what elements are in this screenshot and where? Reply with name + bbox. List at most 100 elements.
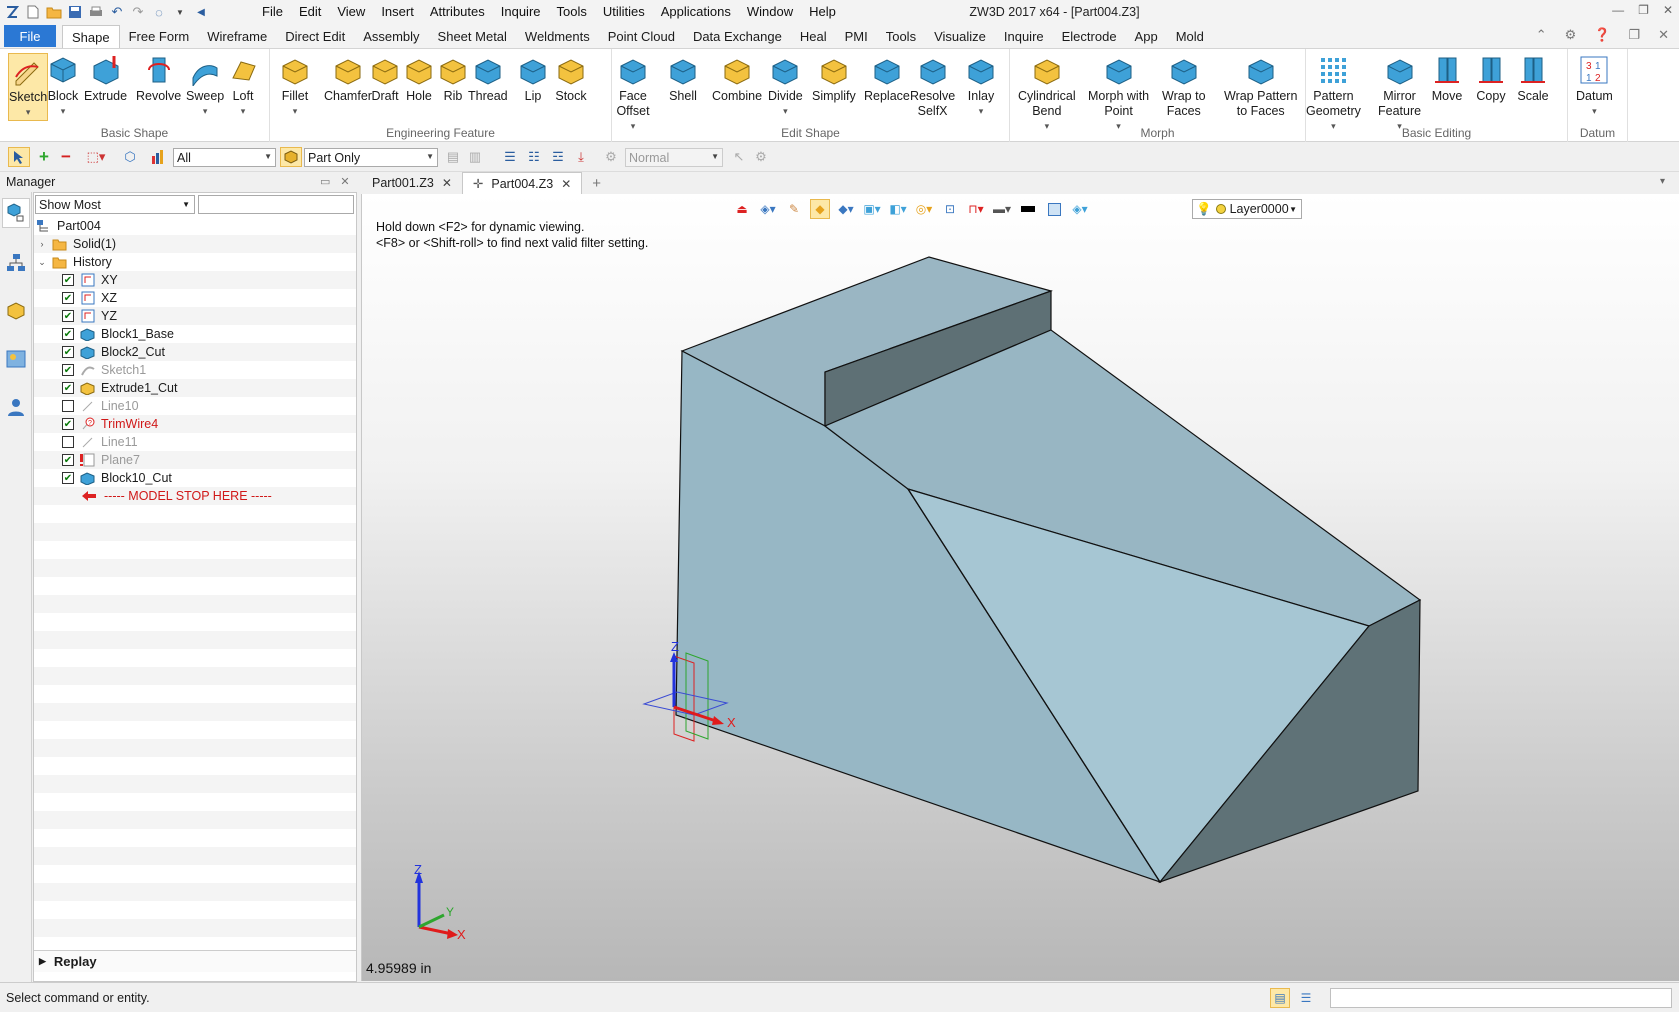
tree-item[interactable]: ✔? TrimWire4 xyxy=(34,415,356,433)
image-browser-icon[interactable] xyxy=(2,344,30,374)
manager-close-icon[interactable]: ✕ xyxy=(340,175,349,188)
app-logo-icon[interactable] xyxy=(4,4,20,20)
box-select-icon[interactable]: ⬚▾ xyxy=(82,147,110,167)
align-right-icon[interactable]: ☲ xyxy=(548,147,568,167)
lip-button[interactable]: Lip xyxy=(516,53,550,104)
light-icon[interactable]: ◎▾ xyxy=(914,199,934,219)
ribbon-tab-direct-edit[interactable]: Direct Edit xyxy=(276,26,354,48)
save-icon[interactable] xyxy=(67,4,83,20)
block-button[interactable]: Block ▾ xyxy=(46,53,80,119)
tree-item[interactable]: ✔ YZ xyxy=(34,307,356,325)
visibility-checkbox[interactable]: ✔ xyxy=(62,292,74,304)
sweep-button[interactable]: Sweep ▾ xyxy=(186,53,224,119)
minimize-icon[interactable]: — xyxy=(1612,3,1624,17)
face-offset-button[interactable]: Face Offset ▾ xyxy=(616,53,650,134)
open-file-icon[interactable] xyxy=(46,4,62,20)
ribbon-tab-sheet-metal[interactable]: Sheet Metal xyxy=(429,26,516,48)
view-orient-icon[interactable]: ◈▾ xyxy=(758,199,778,219)
tree-item[interactable]: ✔ Sketch1 xyxy=(34,361,356,379)
divide-button[interactable]: Divide ▾ xyxy=(768,53,803,119)
inlay-button[interactable]: Inlay ▾ xyxy=(964,53,998,119)
shaded-icon[interactable]: ◆▾ xyxy=(836,199,856,219)
ribbon-tab-wireframe[interactable]: Wireframe xyxy=(198,26,276,48)
redo-icon[interactable]: ↷ xyxy=(130,4,146,20)
print-icon[interactable] xyxy=(88,4,104,20)
render-settings-icon[interactable]: ⚙ xyxy=(602,147,620,167)
collapse-ribbon-icon[interactable]: ⌃ xyxy=(1536,27,1547,43)
shaded-edges-icon[interactable]: ◆ xyxy=(810,199,830,219)
section-icon[interactable]: ⊓▾ xyxy=(966,199,986,219)
visibility-checkbox[interactable]: ✔ xyxy=(62,364,74,376)
menu-tools[interactable]: Tools xyxy=(549,3,595,20)
tree-item[interactable]: ✔ Block1_Base xyxy=(34,325,356,343)
ribbon-tab-mold[interactable]: Mold xyxy=(1167,26,1213,48)
draft-button[interactable]: Draft xyxy=(368,53,402,104)
align-center-icon[interactable]: ☷ xyxy=(524,147,544,167)
visibility-checkbox[interactable]: ✔ xyxy=(62,472,74,484)
layer-manager-icon[interactable]: ◈▾ xyxy=(1070,199,1090,219)
select-mode-icon[interactable]: ◌ xyxy=(151,4,167,20)
close-window-icon[interactable]: ✕ xyxy=(1663,3,1673,17)
ribbon-tab-app[interactable]: App xyxy=(1126,26,1167,48)
visibility-checkbox[interactable] xyxy=(62,436,74,448)
history-mode-icon[interactable]: ▤ xyxy=(1270,988,1290,1008)
visibility-checkbox[interactable]: ✔ xyxy=(62,346,74,358)
ribbon-tab-visualize[interactable]: Visualize xyxy=(925,26,995,48)
doc-restore-icon[interactable]: ❐ xyxy=(1628,27,1640,43)
filter-icon[interactable] xyxy=(150,147,168,167)
replay-section[interactable]: ▶ Replay xyxy=(34,950,356,972)
file-tab[interactable]: File xyxy=(4,25,56,47)
menu-view[interactable]: View xyxy=(329,3,373,20)
doc-close-icon[interactable]: ✕ xyxy=(1658,27,1669,43)
ribbon-tab-data-exchange[interactable]: Data Exchange xyxy=(684,26,791,48)
show-mode-combo[interactable]: Show Most ▼ xyxy=(35,195,195,214)
menu-edit[interactable]: Edit xyxy=(291,3,329,20)
copy-button[interactable]: Copy xyxy=(1474,53,1508,104)
tree-item[interactable]: ✔ Extrude1_Cut xyxy=(34,379,356,397)
manager-pin-icon[interactable]: ▭ xyxy=(320,175,330,188)
scale-button[interactable]: Scale xyxy=(1516,53,1550,104)
visibility-checkbox[interactable]: ✔ xyxy=(62,382,74,394)
align-left-icon[interactable]: ☰ xyxy=(500,147,520,167)
tree-item[interactable]: ✔ XZ xyxy=(34,289,356,307)
menu-insert[interactable]: Insert xyxy=(373,3,422,20)
tree-item[interactable]: Part004 xyxy=(34,217,356,235)
menu-attributes[interactable]: Attributes xyxy=(422,3,493,20)
menu-window[interactable]: Window xyxy=(739,3,801,20)
tree-item[interactable]: ✔ Block10_Cut xyxy=(34,469,356,487)
color-swatch-icon[interactable] xyxy=(1044,199,1064,219)
tab-list-icon[interactable]: ▾ xyxy=(1660,176,1665,187)
close-tab-icon[interactable]: ✕ xyxy=(561,177,571,191)
tree-item[interactable]: ----- MODEL STOP HERE ----- xyxy=(34,487,356,505)
visibility-checkbox[interactable]: ✔ xyxy=(62,310,74,322)
history-filter-icon[interactable]: ▥ xyxy=(466,147,484,167)
add-selection-icon[interactable]: + xyxy=(34,147,54,167)
part-view-icon[interactable] xyxy=(2,296,30,326)
ribbon-tab-weldments[interactable]: Weldments xyxy=(516,26,599,48)
exit-icon[interactable]: ⏏ xyxy=(732,199,752,219)
tree-item[interactable]: Line10 xyxy=(34,397,356,415)
expand-arrow-icon[interactable]: › xyxy=(36,239,48,249)
menu-help[interactable]: Help xyxy=(801,3,844,20)
ribbon-tab-shape[interactable]: Shape xyxy=(62,25,120,48)
move-button[interactable]: Move xyxy=(1430,53,1464,104)
undo-icon[interactable]: ↶ xyxy=(109,4,125,20)
morph-with-point-button[interactable]: Morph with Point ▾ xyxy=(1088,53,1149,134)
stock-button[interactable]: Stock xyxy=(554,53,588,104)
menu-file[interactable]: File xyxy=(254,3,291,20)
tree-item[interactable]: ✔ Block2_Cut xyxy=(34,343,356,361)
polygon-select-icon[interactable]: ⬡ xyxy=(120,147,140,167)
pattern-geometry-button[interactable]: Pattern Geometry ▾ xyxy=(1306,53,1361,134)
render-mode-combo[interactable]: Normal ▼ xyxy=(625,148,723,167)
layer-combo[interactable]: 💡 Layer0000 ▼ xyxy=(1192,199,1302,219)
restore-icon[interactable]: ❐ xyxy=(1638,3,1649,17)
simplify-button[interactable]: Simplify xyxy=(812,53,856,104)
pick-cursor-icon[interactable] xyxy=(8,147,30,167)
close-tab-icon[interactable]: ✕ xyxy=(442,176,452,190)
ruler-icon[interactable]: ✎ xyxy=(784,199,804,219)
tree-item[interactable]: ⌄ History xyxy=(34,253,356,271)
loft-button[interactable]: Loft ▾ xyxy=(226,53,260,119)
ribbon-tab-heal[interactable]: Heal xyxy=(791,26,836,48)
shell-button[interactable]: Shell xyxy=(666,53,700,104)
visibility-checkbox[interactable] xyxy=(62,400,74,412)
